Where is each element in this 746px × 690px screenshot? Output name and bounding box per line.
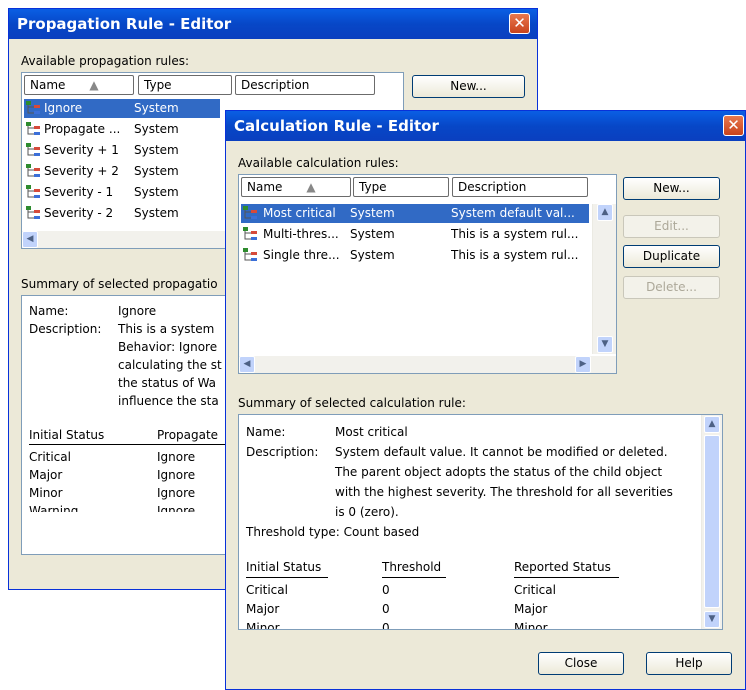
- propagation-col-description[interactable]: Description: [235, 75, 375, 95]
- calculation-delete-button[interactable]: Delete...: [623, 276, 720, 299]
- calculation-summary-box: Name: Most critical Description: System …: [238, 414, 723, 630]
- sort-asc-icon: ▲: [306, 180, 316, 194]
- calc-table-divider-1: [246, 577, 328, 578]
- calculation-col-name[interactable]: Name ▲: [241, 177, 351, 197]
- scroll-right-icon[interactable]: ▶: [575, 356, 591, 373]
- rule-tree-icon: [243, 248, 257, 261]
- calc-table-header-threshold: Threshold: [382, 560, 442, 574]
- threshold-type-text: Threshold type: Count based: [246, 525, 420, 539]
- calculation-row-multi-threshold[interactable]: Multi-thres... System This is a system r…: [241, 225, 589, 244]
- propagation-row-severity-minus-1[interactable]: Severity - 1 System: [24, 183, 220, 202]
- propagation-row-severity-plus-2[interactable]: Severity + 2 System: [24, 162, 220, 181]
- calculation-edit-button[interactable]: Edit...: [623, 215, 720, 238]
- calculation-row-most-critical[interactable]: Most critical System System default val.…: [241, 204, 589, 223]
- calculation-duplicate-button[interactable]: Duplicate: [623, 245, 720, 268]
- scroll-up-icon[interactable]: ▲: [704, 416, 720, 433]
- rule-tree-icon: [26, 164, 40, 177]
- propagation-col-name[interactable]: Name ▲: [24, 75, 134, 95]
- propagation-new-button[interactable]: New...: [412, 75, 525, 98]
- calculation-help-button[interactable]: Help: [646, 652, 732, 675]
- calculation-col-description[interactable]: Description: [452, 177, 588, 197]
- propagation-col-type[interactable]: Type: [138, 75, 232, 95]
- propagation-table-header-initial: Initial Status: [29, 428, 105, 442]
- calculation-list-horizontal-scrollbar[interactable]: ◀ ▶: [239, 356, 616, 373]
- propagation-window-title: Propagation Rule - Editor: [17, 15, 232, 33]
- summary-scroll-thumb[interactable]: [704, 435, 720, 608]
- rule-tree-icon: [26, 122, 40, 135]
- calc-table-header-reported: Reported Status: [514, 560, 611, 574]
- rule-tree-icon: [26, 185, 40, 198]
- calculation-col-type[interactable]: Type: [353, 177, 449, 197]
- calculation-close-icon[interactable]: ✕: [723, 115, 744, 136]
- scroll-left-icon[interactable]: ◀: [239, 356, 255, 373]
- rule-tree-icon: [243, 227, 257, 240]
- propagation-row-severity-minus-2[interactable]: Severity - 2 System: [24, 204, 220, 223]
- propagation-summary-label: Summary of selected propagatio: [21, 277, 218, 291]
- calculation-summary-vertical-scrollbar[interactable]: ▲ ▼: [701, 415, 722, 629]
- calculation-rule-editor-window: Calculation Rule - Editor ✕ Available ca…: [225, 110, 746, 690]
- calculation-selected-name: Most critical: [335, 425, 408, 439]
- calculation-window-title: Calculation Rule - Editor: [234, 117, 439, 135]
- scroll-up-icon[interactable]: ▲: [597, 204, 613, 221]
- sort-asc-icon: ▲: [89, 78, 99, 92]
- propagation-title-bar[interactable]: Propagation Rule - Editor: [9, 9, 537, 39]
- propagation-close-icon[interactable]: ✕: [509, 13, 530, 34]
- scroll-down-icon[interactable]: ▼: [704, 611, 720, 628]
- rule-tree-icon: [26, 143, 40, 156]
- calculation-rules-list[interactable]: Name ▲ Type Description Most critical Sys…: [238, 174, 617, 374]
- calc-table-header-initial: Initial Status: [246, 560, 322, 574]
- rule-tree-icon: [243, 206, 257, 219]
- calculation-title-bar[interactable]: Calculation Rule - Editor: [226, 111, 745, 141]
- calculation-row-single-threshold[interactable]: Single thre... System This is a system r…: [241, 246, 589, 265]
- propagation-row-ignore[interactable]: Ignore System: [24, 99, 220, 118]
- calculation-list-vertical-scrollbar[interactable]: ▲ ▼: [592, 204, 616, 354]
- available-calculation-label: Available calculation rules:: [238, 156, 399, 170]
- propagation-selected-name: Ignore: [118, 304, 157, 318]
- propagation-table-header-propagate: Propagate: [157, 428, 219, 442]
- rule-tree-icon: [26, 206, 40, 219]
- rule-tree-icon: [26, 101, 40, 114]
- calculation-summary-label: Summary of selected calculation rule:: [238, 396, 466, 410]
- propagation-row-severity-plus-1[interactable]: Severity + 1 System: [24, 141, 220, 160]
- calculation-close-button[interactable]: Close: [538, 652, 624, 675]
- calculation-new-button[interactable]: New...: [623, 177, 720, 200]
- available-propagation-label: Available propagation rules:: [21, 54, 190, 68]
- calc-table-divider-3: [514, 577, 619, 578]
- scroll-down-icon[interactable]: ▼: [597, 336, 613, 353]
- scroll-left-icon[interactable]: ◀: [22, 231, 38, 248]
- propagation-row-propagate[interactable]: Propagate ... System: [24, 120, 220, 139]
- calc-table-divider-2: [382, 577, 446, 578]
